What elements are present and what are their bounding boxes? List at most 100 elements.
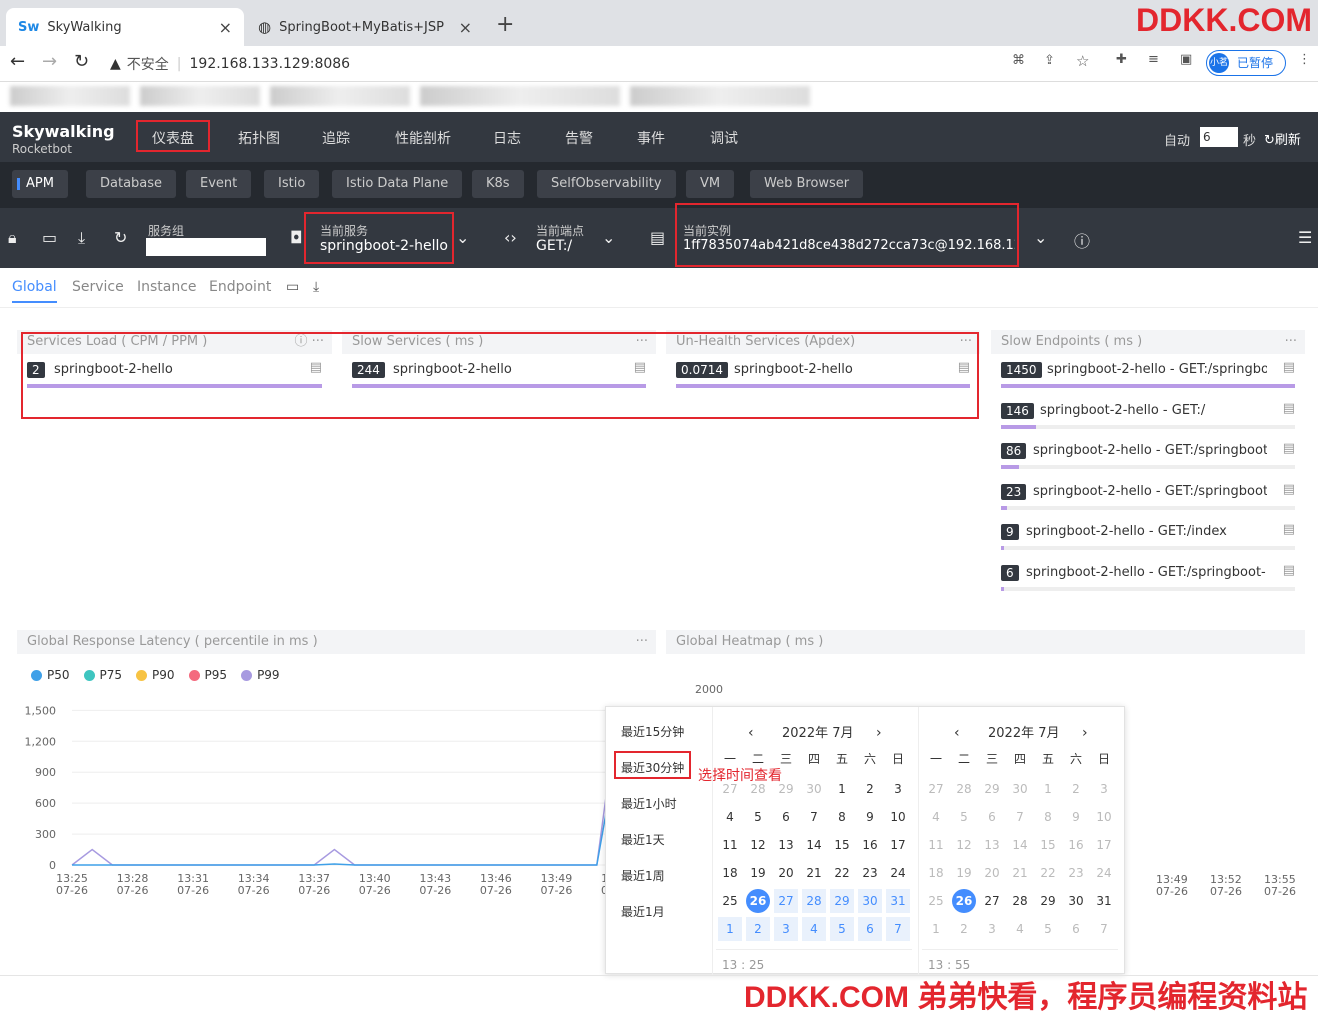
calendar-day[interactable]: 27 — [774, 889, 798, 913]
calendar-day[interactable]: 17 — [886, 833, 910, 857]
calendar-day[interactable]: 9 — [1064, 805, 1088, 829]
extensions-icon[interactable]: ✚ — [1116, 52, 1127, 67]
calendar-day[interactable]: 2 — [746, 917, 770, 941]
nav-debug[interactable]: 调试 — [710, 128, 738, 148]
calendar-day[interactable]: 30 — [802, 777, 826, 801]
tab-skywalking[interactable]: Sw SkyWalking × — [6, 8, 244, 46]
calendar-day[interactable]: 27 — [980, 889, 1004, 913]
clipboard-icon[interactable]: ▤ — [1283, 482, 1295, 497]
legend-item[interactable]: P50 — [31, 668, 70, 682]
forward-icon[interactable]: → — [42, 51, 57, 72]
layer-k8s[interactable]: K8s — [472, 170, 524, 198]
calendar-day[interactable]: 12 — [952, 833, 976, 857]
nav-trace[interactable]: 追踪 — [322, 128, 350, 148]
clipboard-icon[interactable]: ▤ — [1283, 563, 1295, 578]
calendar-day[interactable]: 6 — [774, 805, 798, 829]
more-icon[interactable]: ··· — [636, 630, 648, 654]
calendar-day[interactable]: 15 — [830, 833, 854, 857]
clipboard-icon[interactable]: ▤ — [1283, 360, 1295, 375]
calendar-day[interactable]: 8 — [1036, 805, 1060, 829]
layer-event[interactable]: Event — [186, 170, 252, 198]
calendar-day[interactable]: 21 — [802, 861, 826, 885]
tab-endpoint[interactable]: Endpoint — [209, 279, 271, 295]
calendar-day[interactable]: 7 — [802, 805, 826, 829]
calendar-day[interactable]: 17 — [1092, 833, 1116, 857]
calendar-day[interactable]: 1 — [830, 777, 854, 801]
list-item[interactable]: 6 springboot-2-hello - GET:/springboot-..… — [991, 557, 1305, 598]
layer-apm[interactable]: APM — [12, 170, 68, 198]
time-field[interactable]: 13 : 55 — [922, 949, 1118, 973]
back-icon[interactable]: ← — [10, 51, 25, 72]
legend-item[interactable]: P95 — [188, 668, 227, 682]
list-item[interactable]: 23 springboot-2-hello - GET:/springboot..… — [991, 476, 1305, 517]
list-item[interactable]: 9 springboot-2-hello - GET:/index ▤ — [991, 516, 1305, 557]
layer-istio-data-plane[interactable]: Istio Data Plane — [332, 170, 463, 198]
calendar-day[interactable]: 5 — [952, 805, 976, 829]
calendar-day[interactable]: 3 — [886, 777, 910, 801]
calendar-day[interactable]: 3 — [774, 917, 798, 941]
share-icon[interactable]: ⇪ — [1044, 53, 1055, 68]
calendar-day[interactable]: 20 — [774, 861, 798, 885]
calendar-day[interactable]: 7 — [886, 917, 910, 941]
folder-icon[interactable]: ▭ — [42, 228, 57, 247]
calendar-day[interactable]: 6 — [1064, 917, 1088, 941]
next-month-icon[interactable]: › — [1082, 725, 1088, 741]
calendar-day[interactable]: 14 — [802, 833, 826, 857]
list-item[interactable]: 146 springboot-2-hello - GET:/ ▤ — [991, 395, 1305, 436]
calendar-day[interactable]: 16 — [858, 833, 882, 857]
calendar-day[interactable]: 28 — [802, 889, 826, 913]
interval-input[interactable]: 6 — [1200, 127, 1238, 147]
calendar-day[interactable]: 24 — [1092, 861, 1116, 885]
nav-profile[interactable]: 性能剖析 — [395, 128, 451, 148]
calendar-day[interactable]: 30 — [1008, 777, 1032, 801]
calendar-day[interactable]: 26 — [952, 889, 976, 913]
calendar-day[interactable]: 3 — [980, 917, 1004, 941]
menu-icon[interactable]: ⋮ — [1298, 52, 1311, 67]
next-month-icon[interactable]: › — [876, 725, 882, 741]
calendar-day[interactable]: 29 — [1036, 889, 1060, 913]
calendar-day[interactable]: 13 — [980, 833, 1004, 857]
calendar-day[interactable]: 19 — [746, 861, 770, 885]
calendar-day[interactable]: 27 — [718, 777, 742, 801]
playlist-icon[interactable]: ≡ — [1148, 52, 1159, 67]
calendar-day[interactable]: 4 — [1008, 917, 1032, 941]
tab-global[interactable]: Global — [12, 279, 57, 303]
download-icon[interactable]: ⤓ — [313, 279, 319, 295]
sidepanel-icon[interactable]: ▣ — [1180, 52, 1192, 67]
prev-month-icon[interactable]: ‹ — [954, 725, 960, 741]
calendar-day[interactable]: 10 — [886, 805, 910, 829]
quick-range-item[interactable]: 最近1天 — [621, 831, 665, 848]
download-icon[interactable]: ⤓ — [78, 228, 85, 248]
calendar-day[interactable]: 5 — [746, 805, 770, 829]
calendar-day[interactable]: 10 — [1092, 805, 1116, 829]
calendar-day[interactable]: 22 — [1036, 861, 1060, 885]
calendar-day[interactable]: 29 — [830, 889, 854, 913]
lock-icon[interactable]: 🔒︎ — [8, 228, 17, 248]
calendar-day[interactable]: 11 — [718, 833, 742, 857]
menu-toggle-icon[interactable]: ☰ — [1298, 228, 1312, 247]
legend-item[interactable]: P99 — [241, 668, 280, 682]
calendar-day[interactable]: 5 — [830, 917, 854, 941]
bookmark-blurred[interactable] — [420, 86, 620, 106]
nav-log[interactable]: 日志 — [493, 128, 521, 148]
instance-select[interactable]: 1ff7835074ab421d8ce438d272cca73c@192.168… — [683, 238, 1015, 253]
group-input[interactable] — [146, 238, 266, 256]
calendar-day[interactable]: 5 — [1036, 917, 1060, 941]
clipboard-icon[interactable]: ▤ — [1283, 401, 1295, 416]
close-tab-icon[interactable]: × — [459, 18, 472, 37]
prev-month-icon[interactable]: ‹ — [748, 725, 754, 741]
layer-vm[interactable]: VM — [686, 170, 735, 198]
calendar-day[interactable]: 19 — [952, 861, 976, 885]
calendar-day[interactable]: 8 — [830, 805, 854, 829]
calendar-day[interactable]: 18 — [718, 861, 742, 885]
nav-dashboard[interactable]: 仪表盘 — [152, 128, 194, 148]
service-select[interactable]: springboot-2-hello — [320, 238, 448, 254]
layer-web-browser[interactable]: Web Browser — [750, 170, 864, 198]
reload-icon[interactable]: ↻ — [114, 228, 127, 247]
layer-database[interactable]: Database — [86, 170, 177, 198]
calendar-day[interactable]: 2 — [1064, 777, 1088, 801]
chevron-down-icon[interactable]: ⌄ — [602, 228, 615, 247]
calendar-day[interactable]: 21 — [1008, 861, 1032, 885]
calendar-day[interactable]: 28 — [746, 777, 770, 801]
list-item[interactable]: 86 springboot-2-hello - GET:/springboot..… — [991, 435, 1305, 476]
